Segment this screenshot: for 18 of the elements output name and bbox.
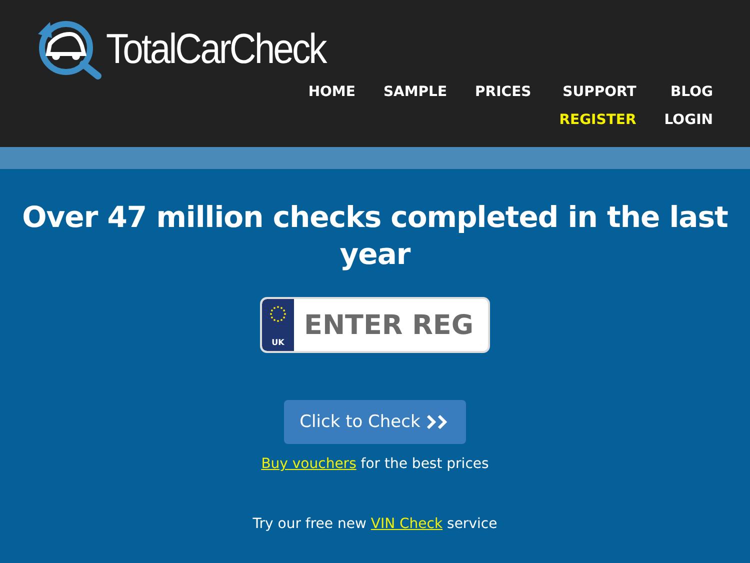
nav-link[interactable]: REGISTER xyxy=(559,112,636,128)
nav-link[interactable]: BLOG xyxy=(670,84,713,100)
check-button[interactable]: Click to Check xyxy=(284,400,466,444)
logo-text: TotalCarCheck xyxy=(106,25,326,73)
nav-link[interactable]: SUPPORT xyxy=(562,84,636,100)
nav-link[interactable]: HOME xyxy=(308,84,356,100)
stars-icon xyxy=(269,305,287,323)
nav-link[interactable]: SAMPLE xyxy=(383,84,448,100)
country-code: UK xyxy=(272,338,284,347)
logo-icon xyxy=(36,18,104,80)
vouchers-link[interactable]: Buy vouchers xyxy=(261,456,356,472)
headline: Over 47 million checks completed in the last year xyxy=(21,199,729,273)
vin-check-link[interactable]: VIN Check xyxy=(370,516,443,532)
nav-link[interactable]: LOGIN xyxy=(664,112,713,128)
vouchers-text: Buy vouchers for the best prices xyxy=(261,456,489,472)
reg-plate-field[interactable]: UK ENTER REG xyxy=(260,297,490,353)
nav-link[interactable]: PRICES xyxy=(475,84,532,100)
vin-text: Try our free new VIN Check service xyxy=(252,516,498,532)
